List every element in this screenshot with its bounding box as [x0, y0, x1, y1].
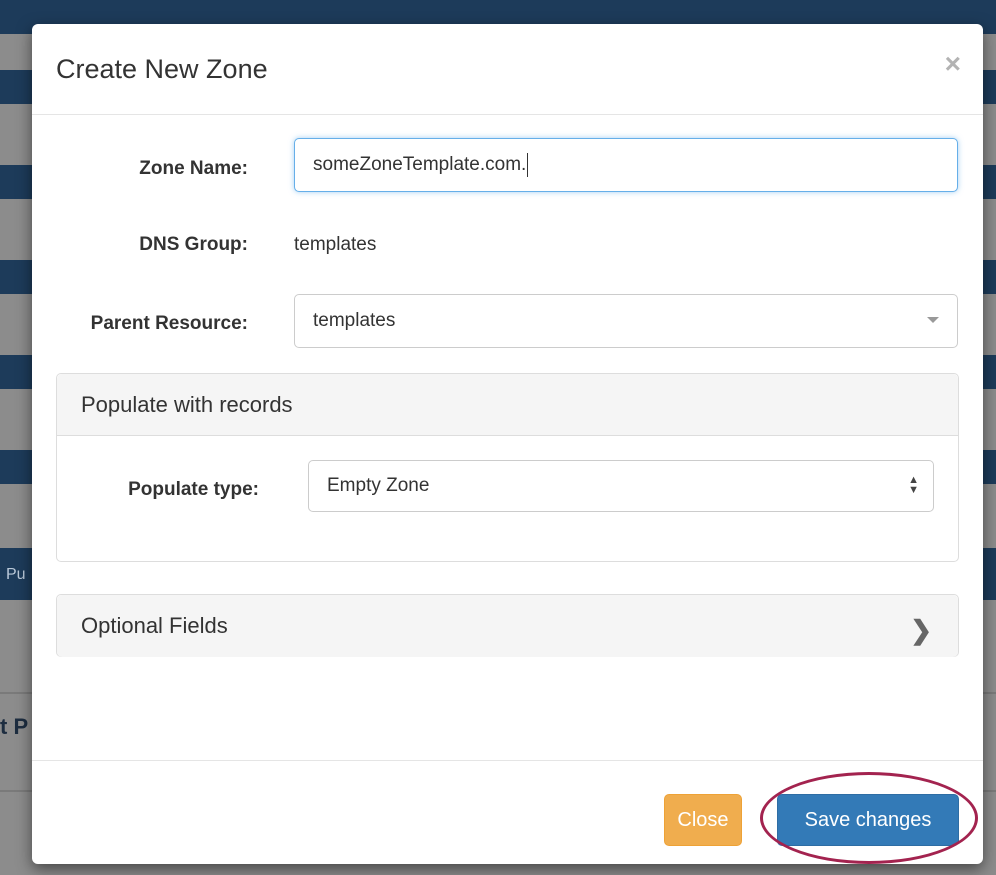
bg-text-fragment: t P — [0, 714, 29, 739]
close-icon[interactable]: × — [945, 48, 961, 80]
zone-name-label: Zone Name: — [139, 158, 248, 179]
zone-name-value: someZoneTemplate.com. — [313, 154, 527, 175]
close-button[interactable]: Close — [664, 794, 742, 846]
bg-text-fragment: Pu — [6, 566, 26, 583]
modal-title: Create New Zone — [56, 54, 268, 84]
optional-fields-heading[interactable]: Optional Fields ❯ — [57, 595, 958, 657]
zone-name-input[interactable]: someZoneTemplate.com. — [294, 138, 958, 192]
populate-panel-heading: Populate with records — [57, 374, 958, 436]
parent-resource-label: Parent Resource: — [90, 313, 248, 334]
populate-panel-title: Populate with records — [81, 391, 293, 417]
populate-type-value: Empty Zone — [327, 475, 430, 496]
populate-type-label: Populate type: — [128, 479, 259, 500]
populate-panel: Populate with records Populate type: Emp… — [56, 373, 959, 562]
parent-resource-value: templates — [313, 310, 396, 331]
modal-footer: Close Save changes — [32, 760, 983, 865]
dns-group-value: templates — [294, 234, 377, 255]
save-changes-button[interactable]: Save changes — [777, 794, 959, 846]
chevron-right-icon: ❯ — [910, 615, 932, 645]
chevron-down-icon — [927, 317, 939, 323]
create-zone-modal: Create New Zone × Zone Name: someZoneTem… — [32, 24, 983, 864]
optional-fields-panel[interactable]: Optional Fields ❯ — [56, 594, 959, 657]
populate-type-select[interactable]: Empty Zone ▲ ▼ — [308, 460, 934, 512]
optional-fields-title: Optional Fields — [81, 613, 228, 638]
parent-resource-select[interactable]: templates — [294, 294, 958, 348]
dns-group-label: DNS Group: — [139, 234, 248, 255]
modal-header: Create New Zone × — [32, 24, 983, 115]
select-arrows-icon: ▲ ▼ — [908, 474, 919, 496]
text-cursor — [527, 153, 529, 177]
